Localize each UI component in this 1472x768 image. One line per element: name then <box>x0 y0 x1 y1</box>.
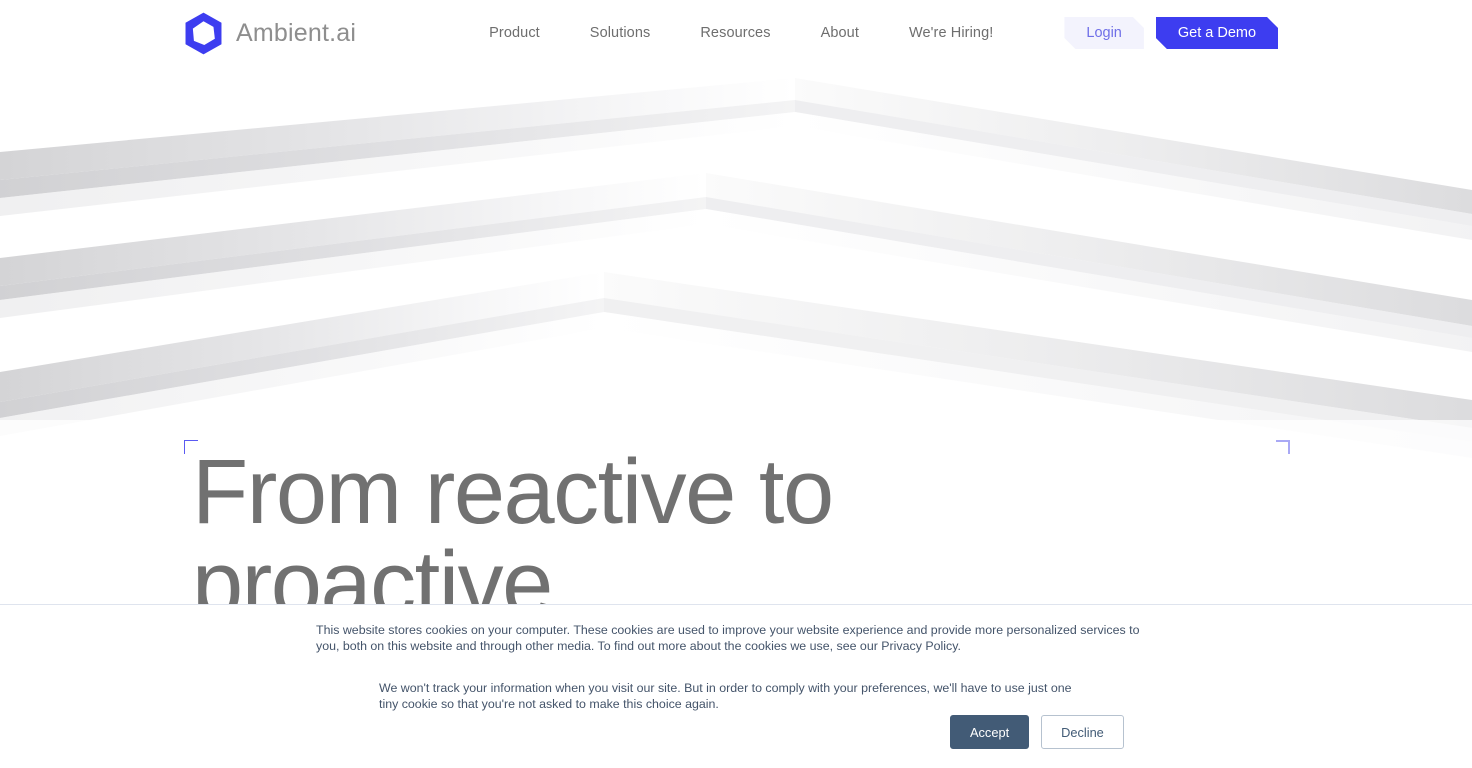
accept-cookies-button[interactable]: Accept <box>950 715 1030 749</box>
cookie-banner-actions: Accept Decline <box>950 715 1124 749</box>
cookie-policy-paragraph: This website stores cookies on your comp… <box>316 622 1156 654</box>
decline-cookies-button[interactable]: Decline <box>1041 715 1124 749</box>
login-button[interactable]: Login <box>1064 17 1143 49</box>
cookie-consent-banner: This website stores cookies on your comp… <box>0 604 1472 768</box>
cookie-tracking-paragraph: We won't track your information when you… <box>379 681 1072 711</box>
hero-background-graphic <box>0 0 1472 470</box>
cookie-banner-body: This website stores cookies on your comp… <box>316 622 1156 712</box>
nav-item-were-hiring[interactable]: We're Hiring! <box>884 25 1018 41</box>
nav-item-resources[interactable]: Resources <box>675 25 795 41</box>
hexagon-logo-icon <box>185 12 222 54</box>
main-navigation: Product Solutions Resources About We're … <box>464 25 1018 41</box>
cookie-paragraph-tail: . <box>957 639 961 653</box>
privacy-policy-link[interactable]: Privacy Policy <box>881 639 957 653</box>
site-header: Ambient.ai Product Solutions Resources A… <box>0 0 1472 66</box>
header-actions: Login Get a Demo <box>1064 17 1278 49</box>
nav-item-solutions[interactable]: Solutions <box>565 25 676 41</box>
nav-item-about[interactable]: About <box>796 25 884 41</box>
brand-name: Ambient.ai <box>236 18 357 47</box>
nav-item-product[interactable]: Product <box>464 25 565 41</box>
brand-logo-link[interactable]: Ambient.ai <box>182 11 356 56</box>
get-a-demo-button[interactable]: Get a Demo <box>1156 17 1278 49</box>
cookie-paragraph-lead: This website stores cookies on your comp… <box>316 623 1140 653</box>
